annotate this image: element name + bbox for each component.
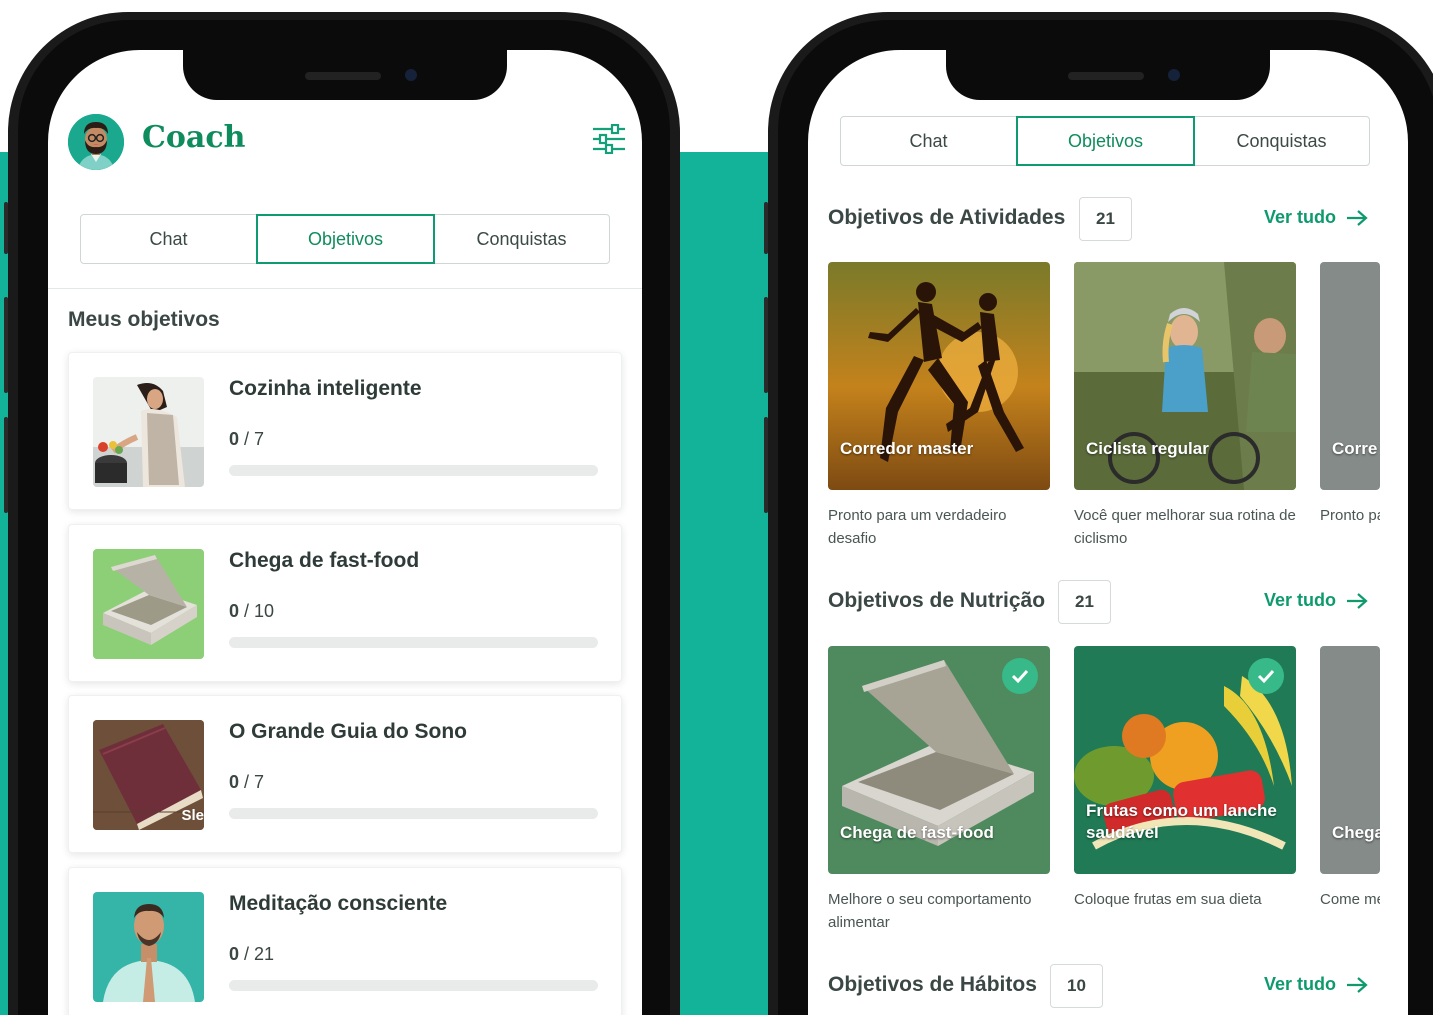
goal-progress-bar (229, 465, 598, 476)
goal-progress-bar (229, 637, 598, 648)
goal-tile-partial[interactable]: Chega Come me frequent (1320, 646, 1380, 911)
goal-progress-text: 0 / 21 (229, 944, 275, 964)
goal-title: Meditação consciente (229, 892, 448, 915)
see-all-link[interactable]: Ver tudo (1264, 974, 1368, 995)
phone-side-button (4, 417, 8, 513)
phone-side-button (764, 417, 768, 513)
goal-card[interactable]: Chega de fast-food 0 / 10 (68, 524, 622, 682)
goal-tile[interactable]: Chega de fast-food Melhore o seu comport… (828, 646, 1050, 934)
arrow-right-icon (1347, 592, 1368, 609)
tile-image-placeholder: Corre (1320, 262, 1380, 490)
category-title: Objetivos de Hábitos (828, 973, 1037, 996)
goal-progress-bar (229, 808, 598, 819)
tile-title: Corre (1332, 439, 1378, 458)
goal-progress-text: 0 / 7 (229, 772, 265, 792)
tab-bar: Chat Objetivos Conquistas (840, 116, 1370, 166)
goal-title: Cozinha inteligente (229, 377, 422, 400)
goal-title: O Grande Guia do Sono (229, 720, 468, 743)
tile-description: Come me frequent (1320, 891, 1380, 908)
category-count-badge: 21 (1058, 580, 1111, 624)
notch (183, 50, 507, 100)
category-header-habits: Objetivos de Hábitos 10 Ver tudo (828, 964, 1388, 1010)
see-all-link[interactable]: Ver tudo (1264, 207, 1368, 228)
see-all-link[interactable]: Ver tudo (1264, 590, 1368, 611)
tile-description: Pronto pa regime d (1320, 507, 1380, 524)
coach-avatar[interactable] (68, 114, 124, 170)
phone-side-button (4, 202, 8, 254)
tile-description: Melhore o seu comportamento alimentar (828, 891, 1032, 931)
goal-image-pizza-box (93, 549, 204, 659)
tile-title: Chega (1332, 823, 1380, 842)
check-icon (1002, 658, 1038, 694)
check-icon (1248, 658, 1284, 694)
phone-right: Chat Objetivos Conquistas Objetivos de A… (764, 12, 1433, 1015)
phone-side-button (4, 297, 8, 393)
tab-chat[interactable]: Chat (81, 215, 257, 263)
goal-image-book: Sle (93, 720, 204, 830)
goal-card[interactable]: Meditação consciente 0 / 21 (68, 867, 622, 1015)
tab-conquistas[interactable]: Conquistas (434, 215, 609, 263)
phone-side-button (764, 297, 768, 393)
tile-description: Coloque frutas em sua dieta (1074, 891, 1262, 908)
tile-title: Corredor master (840, 439, 974, 458)
category-title: Objetivos de Atividades (828, 206, 1066, 229)
goal-tile[interactable]: Ciclista regular Você quer melhorar sua … (1074, 262, 1296, 550)
app-title: Coach (142, 120, 246, 155)
tile-image-pizza-box: Chega de fast-food (828, 646, 1050, 874)
tab-objetivos[interactable]: Objetivos (256, 214, 435, 264)
screen-left: Coach Chat Objetivos Conquistas Meus obj… (48, 50, 642, 1015)
tile-image-placeholder: Chega (1320, 646, 1380, 874)
category-count-badge: 10 (1050, 964, 1103, 1008)
category-count-badge: 21 (1079, 197, 1132, 241)
category-header-activities: Objetivos de Atividades 21 Ver tudo (828, 197, 1388, 243)
tab-objetivos[interactable]: Objetivos (1016, 116, 1195, 166)
filter-sliders-icon[interactable] (592, 123, 626, 155)
tile-image-cyclists: Ciclista regular (1074, 262, 1296, 490)
category-title: Objetivos de Nutrição (828, 589, 1046, 612)
section-title: Meus objetivos (68, 308, 220, 331)
goal-title: Chega de fast-food (229, 549, 420, 572)
goal-tile-partial[interactable]: Corre Pronto pa regime d (1320, 262, 1380, 527)
goal-card[interactable]: Cozinha inteligente 0 / 7 (68, 352, 622, 510)
goal-image-cooking (93, 377, 204, 487)
tab-bar: Chat Objetivos Conquistas (80, 214, 610, 264)
screen-right: Chat Objetivos Conquistas Objetivos de A… (808, 50, 1408, 1015)
stage: Coach Chat Objetivos Conquistas Meus obj… (0, 0, 1433, 1015)
tile-description: Você quer melhorar sua rotina de ciclism… (1074, 507, 1296, 547)
goal-card[interactable]: Sle O Grande Guia do Sono 0 / 7 (68, 695, 622, 853)
tile-title: Ciclista regular (1086, 439, 1209, 458)
tile-description: Pronto para um verdadeiro desafio (828, 507, 1007, 547)
arrow-right-icon (1347, 209, 1368, 226)
tile-title: Chega de fast-food (840, 823, 994, 842)
tile-title: Frutas como um lanche saudável (1086, 801, 1277, 842)
app-header: Coach (68, 112, 628, 172)
arrow-right-icon (1347, 976, 1368, 993)
category-header-nutrition: Objetivos de Nutrição 21 Ver tudo (828, 580, 1388, 626)
goal-tile[interactable]: Corredor master Pronto para um verdadeir… (828, 262, 1050, 550)
tab-conquistas[interactable]: Conquistas (1194, 117, 1369, 165)
phone-left: Coach Chat Objetivos Conquistas Meus obj… (4, 12, 680, 1015)
tab-chat[interactable]: Chat (841, 117, 1017, 165)
goal-progress-text: 0 / 10 (229, 601, 275, 621)
goal-progress-text: 0 / 7 (229, 429, 265, 449)
goal-progress-bar (229, 980, 598, 991)
goal-tile[interactable]: Frutas como um lanche saudável Coloque f… (1074, 646, 1296, 911)
tile-image-fruits: Frutas como um lanche saudável (1074, 646, 1296, 874)
goal-image-meditation (93, 892, 204, 1002)
thumb-overlay-text: Sle (181, 807, 204, 824)
divider (48, 288, 642, 289)
notch (946, 50, 1270, 100)
phone-side-button (764, 202, 768, 254)
tile-image-runners: Corredor master (828, 262, 1050, 490)
